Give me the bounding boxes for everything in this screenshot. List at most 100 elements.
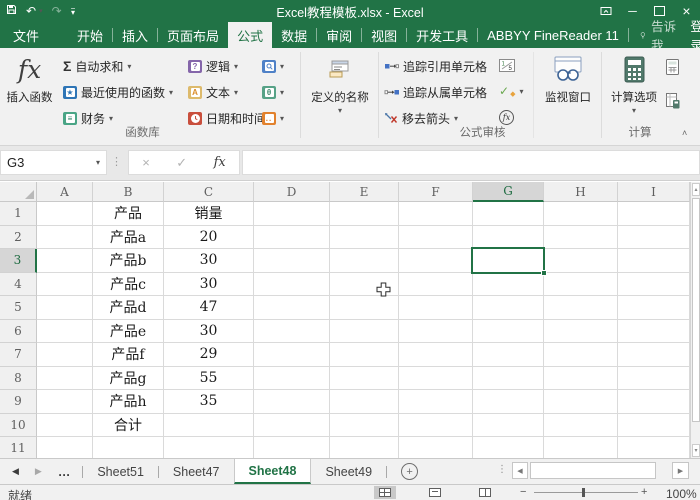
column-header-D[interactable]: D: [254, 182, 330, 202]
logical-button[interactable]: ? 逻辑▾: [188, 55, 238, 77]
cell-H8[interactable]: [544, 367, 618, 391]
calculation-options-button[interactable]: 计算选项 ▾: [605, 51, 663, 129]
row-header-8[interactable]: 8: [0, 367, 37, 391]
calculate-sheet-button[interactable]: [666, 90, 680, 112]
cell-B8[interactable]: 产品g: [93, 367, 164, 391]
normal-view-button[interactable]: [374, 486, 396, 499]
cell-G8[interactable]: [473, 367, 544, 391]
page-break-view-button[interactable]: [474, 486, 496, 499]
cell-F1[interactable]: [399, 202, 473, 226]
row-header-4[interactable]: 4: [0, 273, 37, 297]
cell-H7[interactable]: [544, 343, 618, 367]
cell-I11[interactable]: [618, 437, 690, 458]
column-header-I[interactable]: I: [618, 182, 690, 202]
cell-I9[interactable]: [618, 390, 690, 414]
cell-F8[interactable]: [399, 367, 473, 391]
cell-C3[interactable]: 30: [164, 249, 254, 273]
cell-G7[interactable]: [473, 343, 544, 367]
cell-F9[interactable]: [399, 390, 473, 414]
cell-F3[interactable]: [399, 249, 473, 273]
cell-I4[interactable]: [618, 273, 690, 297]
ribbon-tab-page-layout[interactable]: 页面布局: [158, 22, 228, 48]
cell-E4[interactable]: [330, 273, 399, 297]
cell-D3[interactable]: [254, 249, 330, 273]
name-box-dropdown-icon[interactable]: ▾: [96, 158, 100, 167]
cell-B10[interactable]: 合计: [93, 414, 164, 438]
cell-I6[interactable]: [618, 320, 690, 344]
zoom-in-button[interactable]: +: [641, 486, 647, 498]
cell-H10[interactable]: [544, 414, 618, 438]
cell-B5[interactable]: 产品d: [93, 296, 164, 320]
cell-D2[interactable]: [254, 226, 330, 250]
minimize-icon[interactable]: ─: [619, 0, 646, 22]
cell-B11[interactable]: [93, 437, 164, 458]
vertical-scrollbar-thumb[interactable]: [692, 198, 700, 422]
row-header-5[interactable]: 5: [0, 296, 37, 320]
formula-input[interactable]: [242, 150, 700, 175]
enter-icon[interactable]: ✓: [176, 155, 187, 171]
column-header-F[interactable]: F: [399, 182, 473, 202]
cell-G9[interactable]: [473, 390, 544, 414]
sheet-tab-Sheet51[interactable]: Sheet51: [83, 459, 158, 484]
error-checking-button[interactable]: ✓ ◆ ▾: [499, 80, 523, 102]
cell-A2[interactable]: [37, 226, 93, 250]
trace-dependents-button[interactable]: 追踪从属单元格: [384, 81, 487, 103]
cell-C6[interactable]: 30: [164, 320, 254, 344]
cell-F2[interactable]: [399, 226, 473, 250]
cell-A3[interactable]: [37, 249, 93, 273]
hscroll-right-icon[interactable]: ▶: [672, 462, 689, 479]
sheet-tab-Sheet49[interactable]: Sheet49: [311, 459, 386, 484]
row-header-1[interactable]: 1: [0, 202, 37, 226]
column-header-C[interactable]: C: [164, 182, 254, 202]
cell-A1[interactable]: [37, 202, 93, 226]
cell-F4[interactable]: [399, 273, 473, 297]
cell-B1[interactable]: 产品: [93, 202, 164, 226]
cell-G3[interactable]: [473, 249, 544, 273]
cell-H11[interactable]: [544, 437, 618, 458]
cell-H5[interactable]: [544, 296, 618, 320]
cell-H1[interactable]: [544, 202, 618, 226]
formula-bar-grip-icon[interactable]: ⋮: [111, 155, 122, 168]
cell-E6[interactable]: [330, 320, 399, 344]
zoom-slider-track[interactable]: [534, 492, 638, 493]
prev-sheet-icon[interactable]: ◀: [12, 466, 19, 477]
sheet-tab-Sheet48[interactable]: Sheet48: [234, 459, 312, 484]
ribbon-tab-file[interactable]: 文件: [0, 22, 52, 48]
cell-D9[interactable]: [254, 390, 330, 414]
cell-F6[interactable]: [399, 320, 473, 344]
sheet-tab-Sheet47[interactable]: Sheet47: [159, 459, 234, 484]
trace-precedents-button[interactable]: 追踪引用单元格: [384, 55, 487, 77]
scroll-down-icon[interactable]: ▾: [692, 444, 700, 457]
new-sheet-button[interactable]: +: [401, 463, 418, 480]
defined-names-button[interactable]: 定义的名称 ▾: [306, 51, 374, 129]
cell-D5[interactable]: [254, 296, 330, 320]
column-header-B[interactable]: B: [93, 182, 164, 202]
cell-G4[interactable]: [473, 273, 544, 297]
cell-E9[interactable]: [330, 390, 399, 414]
insert-function-button[interactable]: fx 插入函数: [2, 51, 57, 129]
cell-D7[interactable]: [254, 343, 330, 367]
cell-B3[interactable]: 产品b: [93, 249, 164, 273]
column-header-E[interactable]: E: [330, 182, 399, 202]
ribbon-tab-developer[interactable]: 开发工具: [407, 22, 477, 48]
cell-G11[interactable]: [473, 437, 544, 458]
ribbon-tab-review[interactable]: 审阅: [317, 22, 361, 48]
more-sheets-icon[interactable]: …: [58, 465, 71, 479]
cell-H4[interactable]: [544, 273, 618, 297]
cell-E7[interactable]: [330, 343, 399, 367]
more-functions-button[interactable]: .. ▾: [262, 107, 284, 129]
cell-D10[interactable]: [254, 414, 330, 438]
cell-C9[interactable]: 35: [164, 390, 254, 414]
cell-A7[interactable]: [37, 343, 93, 367]
calculate-now-button[interactable]: [666, 56, 679, 78]
cell-G2[interactable]: [473, 226, 544, 250]
lookup-reference-button[interactable]: ▾: [262, 55, 284, 77]
row-header-2[interactable]: 2: [0, 226, 37, 250]
cell-B2[interactable]: 产品a: [93, 226, 164, 250]
cell-B9[interactable]: 产品h: [93, 390, 164, 414]
cell-A8[interactable]: [37, 367, 93, 391]
cell-A11[interactable]: [37, 437, 93, 458]
name-box[interactable]: G3 ▾: [0, 150, 107, 175]
cell-I3[interactable]: [618, 249, 690, 273]
cell-E3[interactable]: [330, 249, 399, 273]
